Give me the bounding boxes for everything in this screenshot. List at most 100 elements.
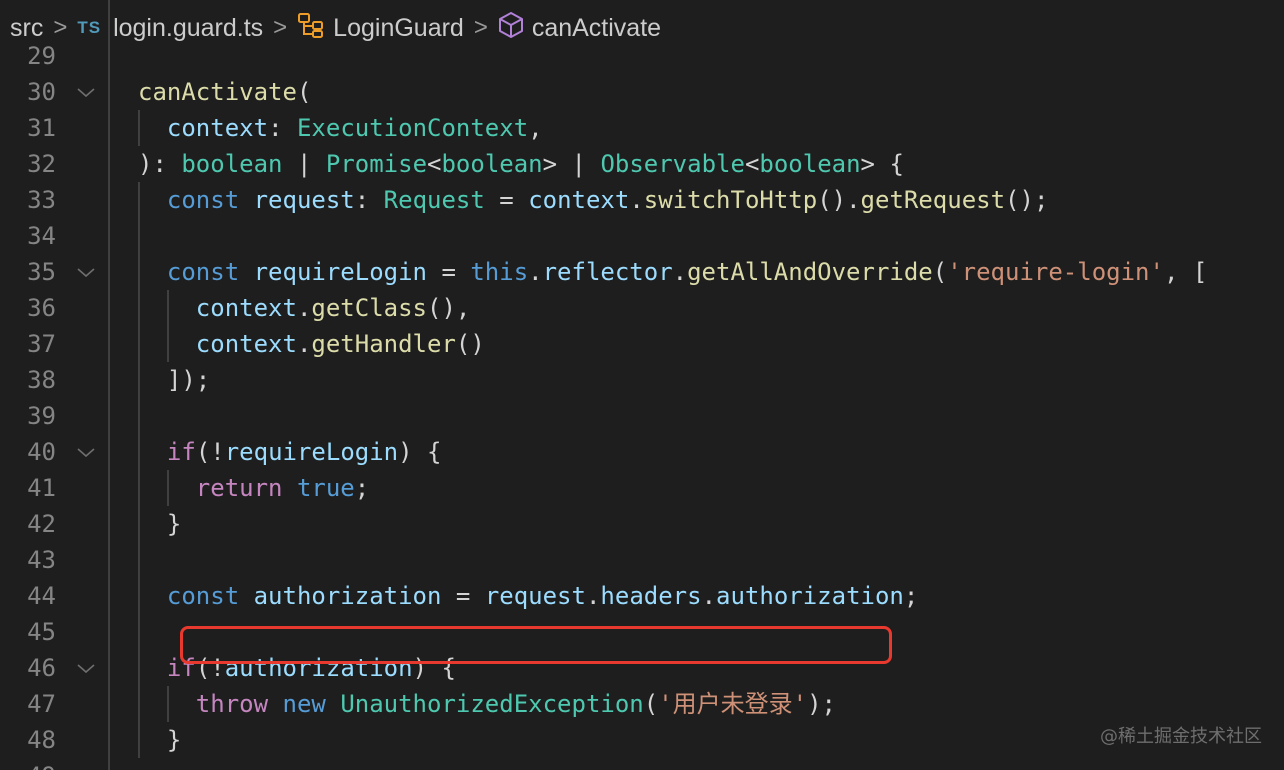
code-token: reflector [542, 258, 673, 286]
code-line[interactable]: 39 [0, 398, 1284, 434]
code-token: } [138, 510, 182, 538]
fold-chevron-icon[interactable] [74, 434, 98, 470]
code-line[interactable]: 36 context.getClass(), [0, 290, 1284, 326]
code-line[interactable]: 41 return true; [0, 470, 1284, 506]
code-token: = [427, 258, 471, 286]
code-line[interactable]: 47 throw new UnauthorizedException('用户未登… [0, 686, 1284, 722]
code-token: true [296, 474, 355, 502]
fold-chevron-icon[interactable] [74, 650, 98, 686]
line-number: 45 [27, 618, 56, 646]
code-token: < [427, 150, 442, 178]
code-token: . [528, 258, 543, 286]
code-token: boolean [181, 150, 283, 178]
code-text: const requireLogin = this.reflector.getA… [138, 254, 1207, 290]
line-number: 42 [27, 510, 56, 538]
code-line[interactable]: 49 [0, 758, 1284, 770]
line-number: 33 [27, 186, 56, 214]
code-token: UnauthorizedException [340, 690, 644, 718]
code-token: context [195, 294, 297, 322]
fold-chevron-icon[interactable] [74, 254, 98, 290]
code-token: if [166, 438, 196, 466]
code-line[interactable]: 30 canActivate( [0, 74, 1284, 110]
code-token: ; [354, 474, 370, 502]
code-token: return [195, 474, 283, 502]
code-token: authorization [253, 582, 442, 610]
line-number: 41 [27, 474, 56, 502]
code-line[interactable]: 38 ]); [0, 362, 1284, 398]
code-line[interactable]: 29 [0, 38, 1284, 74]
code-token: context [166, 114, 269, 142]
code-line[interactable]: 35 const requireLogin = this.reflector.g… [0, 254, 1284, 290]
code-text: return true; [138, 470, 369, 506]
code-token: throw [195, 690, 269, 718]
line-number: 38 [27, 366, 56, 394]
code-line[interactable]: 42 } [0, 506, 1284, 542]
code-token: canActivate [138, 78, 297, 106]
highlight-annotation [180, 626, 892, 664]
code-token: getAllAndOverride [687, 258, 933, 286]
code-line[interactable]: 37 context.getHandler() [0, 326, 1284, 362]
code-line[interactable]: 48 } [0, 722, 1284, 758]
code-line[interactable]: 40 if(!requireLogin) { [0, 434, 1284, 470]
code-token: , [ [1163, 258, 1208, 286]
code-text: throw new UnauthorizedException('用户未登录')… [138, 686, 836, 722]
code-line[interactable]: 31 context: ExecutionContext, [0, 110, 1284, 146]
code-token: requireLogin [253, 258, 427, 286]
line-number: 36 [27, 294, 56, 322]
code-token: . [296, 330, 312, 358]
code-token: ExecutionContext [296, 114, 529, 142]
line-number: 29 [27, 42, 56, 70]
code-token: < [744, 150, 760, 178]
line-number: 49 [0, 758, 56, 770]
code-text: const authorization = request.headers.au… [138, 578, 918, 614]
code-token: ( [932, 258, 948, 286]
line-number: 40 [27, 438, 56, 466]
line-number: 46 [27, 654, 56, 682]
fold-chevron-icon[interactable] [74, 74, 98, 110]
code-token: 'require-login' [947, 258, 1164, 286]
code-token: (), [427, 294, 471, 322]
code-line[interactable]: 43 [0, 542, 1284, 578]
code-token: (! [195, 438, 225, 466]
code-token: ; [903, 582, 919, 610]
code-token: context [195, 330, 297, 358]
code-text: canActivate( [138, 74, 311, 110]
code-text: context: ExecutionContext, [138, 110, 543, 146]
code-text: ]); [138, 362, 210, 398]
code-text: if(!requireLogin) { [138, 434, 442, 470]
code-token: ( [296, 78, 312, 106]
code-token: ) { [398, 438, 442, 466]
code-token: switchToHttp [643, 186, 818, 214]
code-token: context [528, 186, 630, 214]
line-number: 44 [27, 582, 56, 610]
code-line[interactable]: 44 const authorization = request.headers… [0, 578, 1284, 614]
code-token: const [166, 186, 240, 214]
code-token: > | [542, 150, 601, 178]
code-token: : [354, 186, 384, 214]
code-token: requireLogin [224, 438, 399, 466]
code-token: . [701, 582, 717, 610]
watermark: @稀土掘金技术社区 [1100, 726, 1262, 747]
line-number: 39 [27, 402, 56, 430]
line-number: 34 [27, 222, 56, 250]
code-text: ): boolean | Promise<boolean> | Observab… [138, 146, 904, 182]
code-token: request [484, 582, 586, 610]
code-token: (); [1005, 186, 1049, 214]
code-token: (). [817, 186, 861, 214]
line-number: 43 [27, 546, 56, 574]
code-token: > { [860, 150, 904, 178]
line-number: 30 [27, 78, 56, 106]
code-token: getHandler [311, 330, 456, 358]
line-number: 31 [27, 114, 56, 142]
code-line[interactable]: 32): boolean | Promise<boolean> | Observ… [0, 146, 1284, 182]
line-number: 35 [27, 258, 56, 286]
line-number: 32 [27, 150, 56, 178]
code-line[interactable]: 34 [0, 218, 1284, 254]
code-line[interactable]: 33 const request: Request = context.swit… [0, 182, 1284, 218]
code-token: . [585, 582, 601, 610]
